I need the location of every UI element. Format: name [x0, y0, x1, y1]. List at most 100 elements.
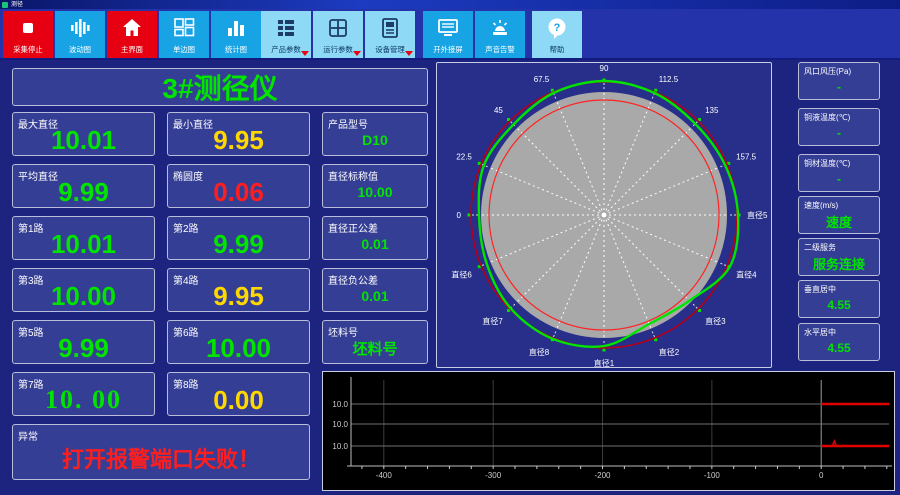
polar-angle-label: 157.5	[736, 152, 757, 161]
field-path-2: 第2路 9.99	[167, 216, 310, 260]
app-icon	[2, 1, 8, 8]
polar-angle-label: 直径3	[705, 316, 726, 326]
field-path-4: 第4路 9.95	[167, 268, 310, 312]
toolbar-button-fluctuation-chart[interactable]: 波动图	[55, 11, 105, 58]
field-avg-diameter: 平均直径 9.99	[12, 164, 155, 208]
polar-angle-label: 直径6	[451, 270, 472, 280]
polar-profile-chart: 直径5 157.5 135 112.5 90 67.5 45 22.5 0 直径6 直径7 直径8 直径…	[451, 64, 768, 368]
sidebar-field-secondary-service: 二级服务 服务连接	[798, 238, 880, 276]
trend-chart: -400 -300 -200 -100 0 10.0 10.0 10.0	[332, 377, 892, 480]
toolbar-button-label: 产品参数	[271, 45, 301, 54]
toolbar-button-label: 开外接屏	[433, 45, 463, 54]
polar-angle-label: 67.5	[534, 75, 550, 84]
gauge-title: 3#测径仪	[12, 68, 428, 106]
toolbar-button-run-params[interactable]: 运行参数	[313, 11, 363, 58]
stats-icon	[211, 11, 261, 44]
field-value: 9.99	[58, 176, 109, 207]
toolbar-button-product-params[interactable]: 产品参数	[261, 11, 311, 58]
trend-x-tick-label: -200	[594, 471, 611, 480]
field-value: 10.01	[50, 124, 117, 155]
field-path-1: 第1路 10.01	[12, 216, 155, 260]
trend-x-tick-label: -300	[485, 471, 502, 480]
polar-profile-panel: 直径5 157.5 135 112.5 90 67.5 45 22.5 0 直径6 直径7 直径8 直径…	[436, 62, 772, 368]
toolbar-button-label: 统计图	[224, 45, 248, 54]
toolbar-button-statistics-chart[interactable]: 统计图	[211, 11, 261, 58]
grid-icon	[313, 11, 363, 44]
sidebar-field-copper-liquid-temp: 铜液温度(℃) -	[798, 108, 880, 146]
window-title: 测径	[11, 1, 24, 8]
toolbar-button-sound-alarm[interactable]: 声音告警	[475, 11, 525, 58]
field-value: D10	[362, 132, 388, 148]
field-minus-tolerance: 直径负公差 0.01	[322, 268, 428, 312]
sidebar-field-tuyere-pressure: 风口风压(Pa) -	[798, 62, 880, 100]
toolbar-button-stop-acquisition[interactable]: 采集停止	[3, 11, 53, 58]
toolbar-button-label: 帮助	[549, 45, 565, 54]
field-product-model: 产品型号 D10	[322, 112, 428, 156]
field-value: 10.00	[50, 280, 117, 311]
polar-angle-label: 直径2	[659, 347, 680, 357]
polar-angle-label: 直径5	[747, 210, 768, 220]
toolbar-button-label: 采集停止	[13, 45, 43, 54]
toolbar-button-device-management[interactable]: 设备管理	[365, 11, 415, 58]
alarm-icon	[475, 11, 525, 44]
field-value: 10.01	[50, 228, 117, 259]
home-icon	[107, 11, 157, 44]
sidebar-field-horizontal-center: 水平居中 4.55	[798, 323, 880, 361]
field-value: -	[837, 172, 841, 186]
listgrid-icon	[261, 11, 311, 44]
field-plus-tolerance: 直径正公差 0.01	[322, 216, 428, 260]
field-nominal-diameter: 直径标称值 10.00	[322, 164, 428, 208]
trend-y-tick-label: 10.0	[332, 420, 348, 429]
field-path-7: 第7路 10. 00	[12, 372, 155, 416]
trend-y-tick-label: 10.0	[332, 400, 348, 409]
sidebar-field-vertical-center: 垂直居中 4.55	[798, 280, 880, 318]
help-icon: ?	[532, 11, 582, 44]
field-path-5: 第5路 9.99	[12, 320, 155, 364]
field-value: 0.00	[213, 384, 264, 415]
dropdown-arrow-icon	[405, 51, 413, 56]
toolbar-button-single-edge-chart[interactable]: 单边图	[159, 11, 209, 58]
polar-angle-label: 直径1	[594, 358, 615, 367]
wave-icon	[55, 11, 105, 44]
trend-x-tick-label: -100	[704, 471, 721, 480]
field-value: 10.00	[205, 332, 272, 363]
svg-text:?: ?	[554, 22, 561, 34]
dropdown-arrow-icon	[353, 51, 361, 56]
field-value: 9.95	[213, 124, 264, 155]
field-value: 9.95	[213, 280, 264, 311]
toolbar-button-external-screen[interactable]: 开外接屏	[423, 11, 473, 58]
toolbar-button-label: 设备管理	[375, 45, 405, 54]
field-ovality: 椭圆度 0.06	[167, 164, 310, 208]
field-billet-number: 坯料号 坯料号	[322, 320, 428, 364]
field-path-6: 第6路 10.00	[167, 320, 310, 364]
field-path-3: 第3路 10.00	[12, 268, 155, 312]
field-value: 服务连接	[812, 256, 865, 272]
field-exception: 异常 打开报警端口失败！	[12, 424, 310, 480]
field-value: 4.55	[827, 298, 851, 312]
spoke-marker	[602, 348, 606, 352]
spoke-marker	[467, 213, 471, 217]
field-value: -	[837, 80, 841, 94]
polar-angle-label: 直径4	[736, 270, 757, 280]
dropdown-arrow-icon	[301, 51, 309, 56]
toolbar-button-label: 单边图	[172, 45, 196, 54]
polar-angle-label: 112.5	[659, 75, 679, 84]
polar-angle-label: 90	[600, 64, 609, 73]
toolbar-button-label: 波动图	[68, 45, 92, 54]
field-value: 0.06	[213, 176, 264, 207]
field-value: -	[837, 126, 841, 140]
polar-angle-label: 45	[494, 106, 503, 115]
toolbar-button-label: 声音告警	[485, 45, 515, 54]
trend-chart-panel: -400 -300 -200 -100 0 10.0 10.0 10.0	[322, 371, 895, 491]
field-value: 速度	[825, 214, 852, 230]
field-path-8: 第8路 0.00	[167, 372, 310, 416]
field-min-diameter: 最小直径 9.95	[167, 112, 310, 156]
toolbar-button-label: 运行参数	[323, 45, 353, 54]
field-value: 0.01	[361, 236, 389, 252]
trend-y-tick-label: 10.0	[332, 442, 348, 451]
toolbar-button-label: 主界面	[120, 45, 144, 54]
field-value: 10.00	[357, 184, 393, 200]
field-value: 9.99	[58, 332, 109, 363]
toolbar-button-main-screen[interactable]: 主界面	[107, 11, 157, 58]
toolbar-button-help[interactable]: ? 帮助	[532, 11, 582, 58]
